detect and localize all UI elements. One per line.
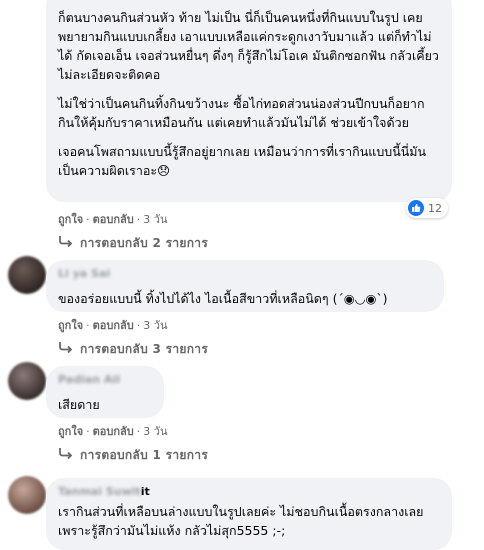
author-row: Tanmai Suwit it: [58, 484, 440, 499]
replies-label: การตอบกลับ 3 รายการ: [80, 342, 209, 356]
comment-text: เสียดาย: [58, 395, 152, 414]
comment-author[interactable]: Tanmai Suwit: [58, 484, 141, 499]
comment-text: ของอร่อยแบบนี้ ทิ้งไปได้ไง ไอเนื้อสีขาวท…: [58, 289, 432, 308]
comment-bubble: Li ya Sai ของอร่อยแบบนี้ ทิ้งไปได้ไง ไอเ…: [46, 260, 444, 312]
comment-actions: ถูกใจ · ตอบกลับ · 3 วัน: [58, 425, 168, 438]
comment-bubble: ก็ตนบางคนกินส่วนหัว ท้าย ไม่เป็น นี่ก็เป…: [46, 0, 452, 202]
comment-actions: ถูกใจ · ตอบกลับ · 3 วัน: [58, 319, 168, 332]
avatar[interactable]: [8, 476, 46, 514]
comment-bubble: Tanmai Suwit it เรากินส่วนที่เหลือบนล่างแ…: [46, 478, 452, 550]
comment-actions: ถูกใจ · ตอบกลับ · 3 วัน: [58, 213, 168, 226]
author-suffix[interactable]: it: [141, 485, 150, 498]
comment-paragraph: ของอร่อยแบบนี้ ทิ้งไปได้ไง ไอเนื้อสีขาวท…: [58, 291, 388, 306]
replies-label: การตอบกลับ 2 รายการ: [80, 236, 209, 250]
timestamp[interactable]: 3 วัน: [143, 213, 167, 226]
comment-text: เรากินส่วนที่เหลือบนล่างแบบในรูปเลยค่ะ ไ…: [58, 502, 440, 540]
reply-arrow-icon: [58, 235, 74, 250]
reaction-count: 12: [428, 201, 442, 215]
reply-link[interactable]: ตอบกลับ: [93, 425, 134, 438]
view-replies-link[interactable]: การตอบกลับ 3 รายการ: [58, 340, 208, 359]
comment-author[interactable]: Li ya Sai: [58, 266, 432, 281]
reply-arrow-icon: [58, 341, 74, 356]
view-replies-link[interactable]: การตอบกลับ 1 รายการ: [58, 446, 208, 465]
view-replies-link[interactable]: การตอบกลับ 2 รายการ: [58, 234, 208, 253]
reply-arrow-icon: [58, 447, 74, 462]
comment-paragraph: เสียดาย: [58, 397, 100, 412]
comment-bubble: Padian Ail เสียดาย: [46, 366, 164, 418]
avatar[interactable]: [8, 362, 46, 400]
reply-link[interactable]: ตอบกลับ: [93, 213, 134, 226]
timestamp[interactable]: 3 วัน: [143, 319, 167, 332]
comment-paragraph: ก็ตนบางคนกินส่วนหัว ท้าย ไม่เป็น นี่ก็เป…: [58, 10, 439, 82]
reply-link[interactable]: ตอบกลับ: [93, 319, 134, 332]
replies-label: การตอบกลับ 1 รายการ: [80, 448, 209, 462]
like-link[interactable]: ถูกใจ: [58, 213, 83, 226]
like-link[interactable]: ถูกใจ: [58, 425, 83, 438]
comment-paragraph: เรากินส่วนที่เหลือบนล่างแบบในรูปเลยค่ะ ไ…: [58, 504, 424, 538]
like-icon: [408, 200, 424, 216]
comment-author[interactable]: Padian Ail: [58, 372, 152, 387]
comment-paragraph: เจอคนโพสถามแบบนี้รู้สึกอยู่ยากเลย เหมือน…: [58, 144, 427, 178]
comment-text: ก็ตนบางคนกินส่วนหัว ท้าย ไม่เป็น นี่ก็เป…: [58, 8, 440, 180]
avatar[interactable]: [8, 256, 46, 294]
timestamp[interactable]: 3 วัน: [143, 425, 167, 438]
like-link[interactable]: ถูกใจ: [58, 319, 83, 332]
comment-paragraph: ไม่ใช่ว่าเป็นคนกินทิ้งกินขว้างนะ ซื้อไก่…: [58, 96, 425, 130]
reaction-summary[interactable]: 12: [406, 198, 448, 218]
